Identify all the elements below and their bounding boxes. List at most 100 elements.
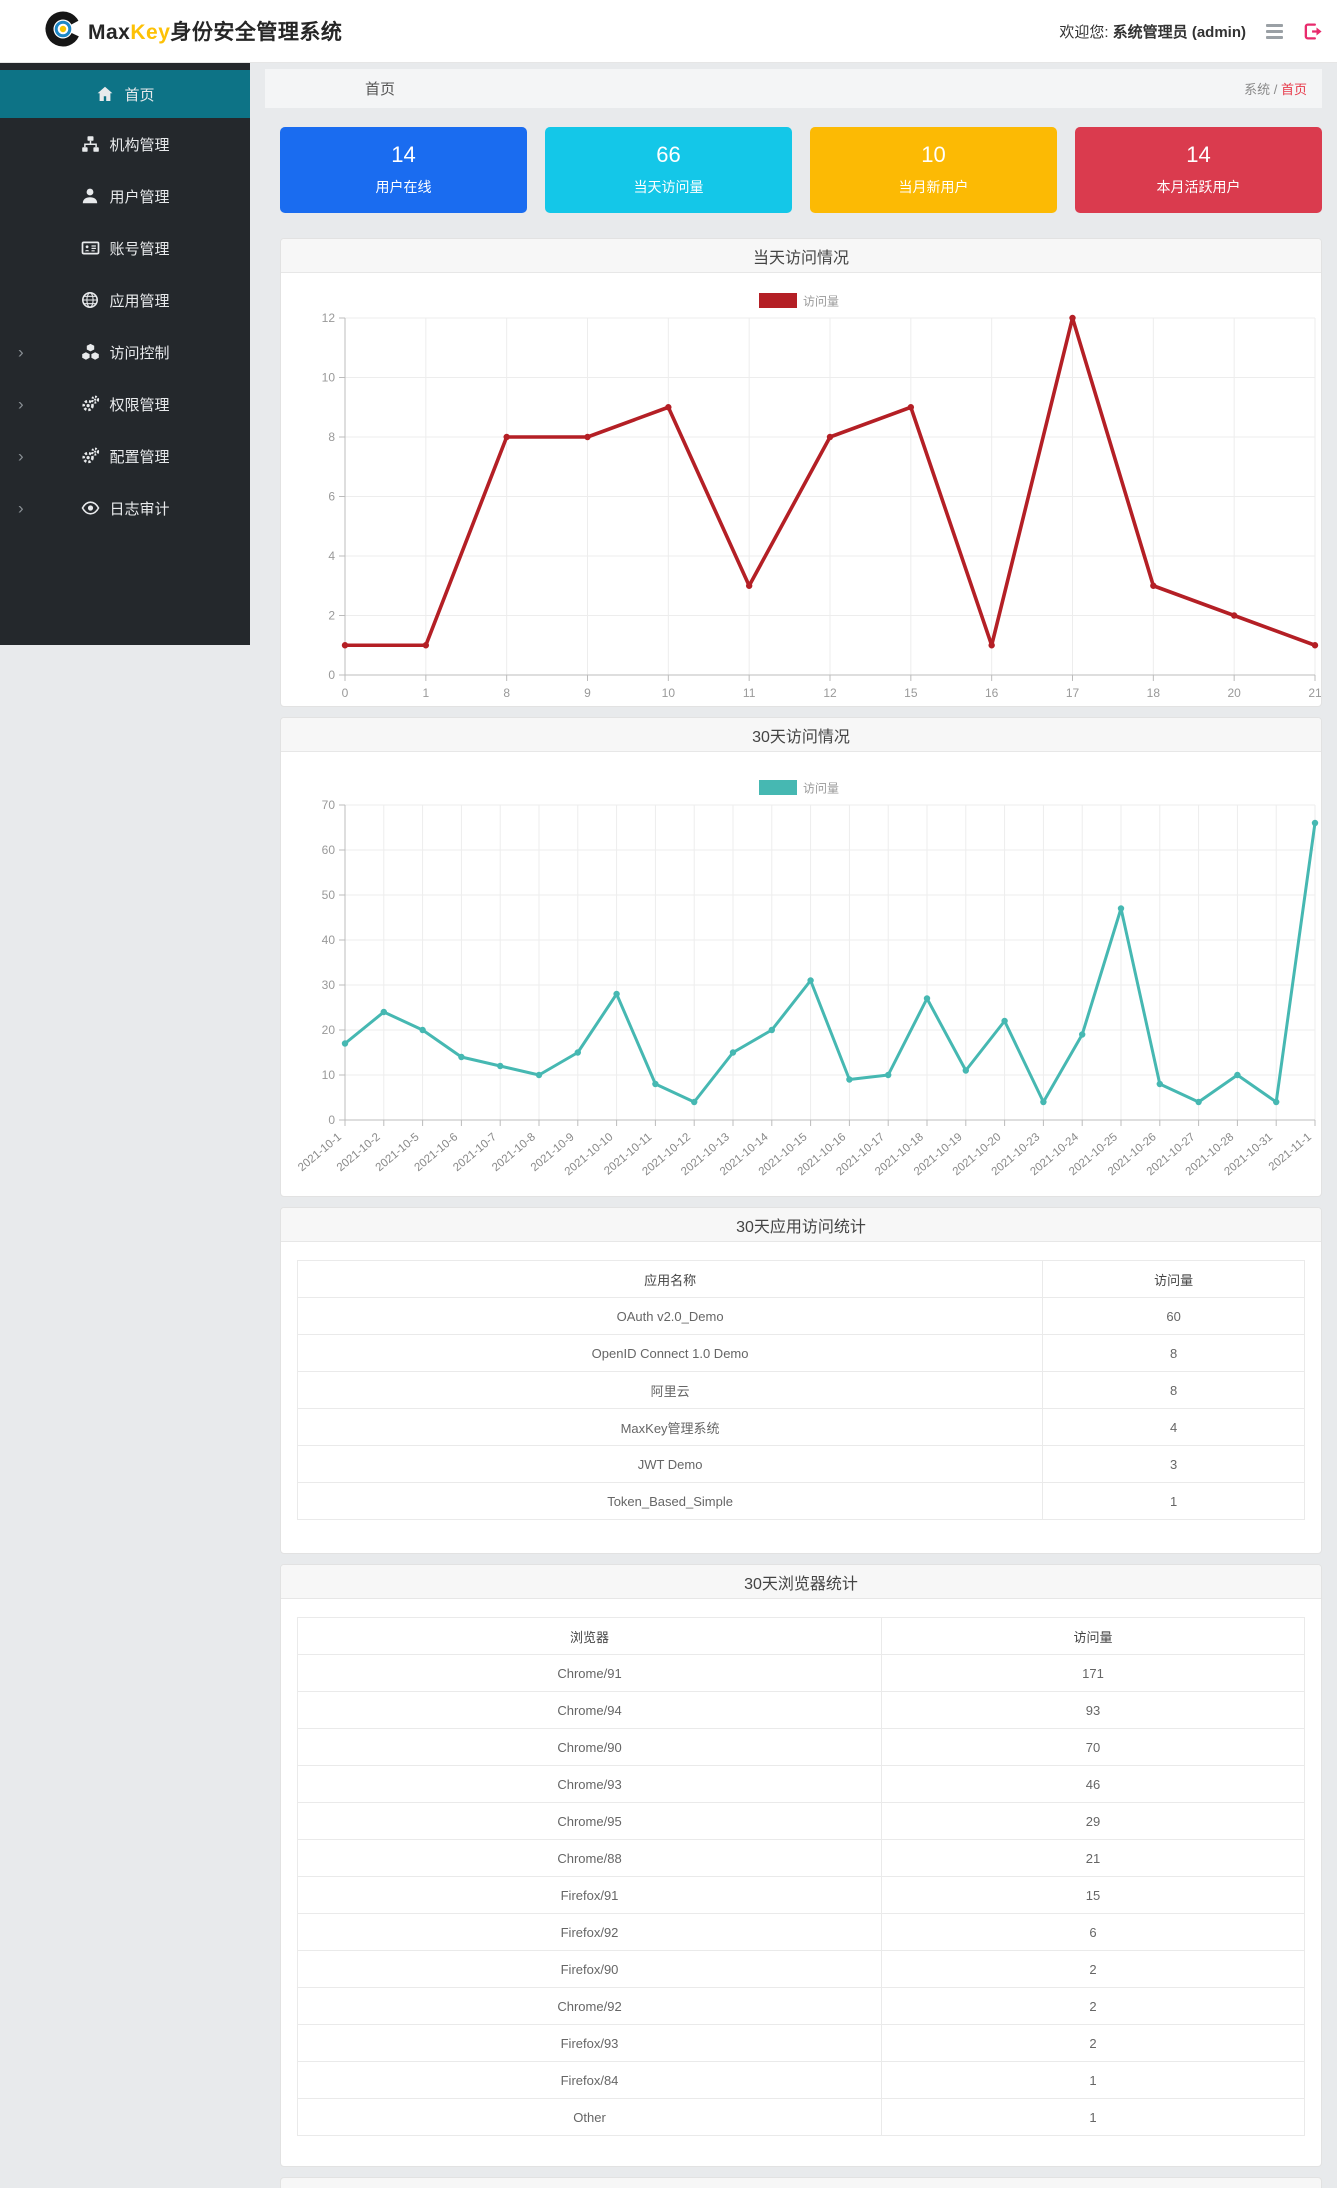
breadcrumb: 系统 / 首页 [1244,82,1307,97]
table-cell: 1 [881,2061,1305,2099]
sidebar-item-account[interactable]: 账号管理 [0,222,250,274]
svg-text:60: 60 [322,843,336,857]
table-cell: 2 [881,2024,1305,2062]
sidebar-item-home[interactable]: 首页 [0,70,250,118]
chevron-right-icon: › [18,394,24,414]
cogs-icon [80,395,100,413]
panel-app-visit-stats: 30天应用访问统计 应用名称 访问量 OAuth v2.0_Demo 60 OpenID… [280,1207,1322,1554]
app-logo: MaxKey身份安全管理系统 [44,10,342,53]
sidebar-item-config[interactable]: › 配置管理 [0,430,250,482]
table-row: Other 1 [296,2098,1305,2136]
menu-toggle-icon[interactable] [1266,23,1283,39]
table-cell: Token_Based_Simple [296,1482,1044,1520]
svg-text:2: 2 [328,609,335,623]
table-cell: Firefox/92 [296,1913,883,1951]
stat-label: 本月活跃用户 [1156,179,1241,195]
panel-30day-visits-chart: 30天访问情况 0 10 20 30 40 50 60 70 2021-10-1 2021-10-… [280,717,1322,1197]
svg-text:1: 1 [422,686,429,700]
table-cell: 3 [1042,1445,1305,1483]
table-cell: 46 [881,1765,1305,1803]
sidebar-item-org[interactable]: 机构管理 [0,118,250,170]
svg-text:0: 0 [342,686,349,700]
stats-table: 应用名称 访问量 OAuth v2.0_Demo 60 OpenID Connect 1… [296,1260,1305,1520]
table-row: Firefox/84 1 [296,2061,1305,2099]
stats-table: 浏览器 访问量 Chrome/91 171 Chrome/94 93 Chrome/90 70… [296,1617,1305,2136]
column-header: 应用名称 [296,1260,1044,1298]
breadcrumb-system-link[interactable]: 系统 [1244,82,1270,97]
svg-text:8: 8 [503,686,510,700]
sidebar: 首页 机构管理 用户管理 账号管理 应用管理 › 访问控制 › 权限管理 › 配置管理 › 日志审计 [0,63,250,645]
stat-value: 10 [921,142,946,167]
table-cell: JWT Demo [296,1445,1044,1483]
line-chart-svg: 0246810120 1 8 9 10 11 12 15 16 17 18 20 21访问量 [322,293,1321,700]
table-cell: 171 [881,1654,1305,1692]
sidebar-item-label: 配置管理 [109,448,170,466]
monthly-visits-line-chart: 0 10 20 30 40 50 60 70 2021-10-1 2021-10-2 2021-10… [281,752,1321,1196]
column-header: 访问量 [881,1617,1305,1655]
table-row: Chrome/91 171 [296,1654,1305,1692]
table-row: JWT Demo 3 [296,1445,1305,1483]
stat-label: 当月新用户 [898,179,969,195]
cogs-icon [80,447,100,465]
app-header: MaxKey身份安全管理系统 欢迎您: 系统管理员 (admin) [0,0,1337,63]
table-cell: 8 [1042,1334,1305,1372]
table-cell: Chrome/95 [296,1802,883,1840]
svg-text:15: 15 [904,686,918,700]
table-row: 阿里云 8 [296,1371,1305,1409]
svg-text:10: 10 [322,1068,336,1082]
today-visits-line-chart: 0 2 4 6 8 10 12 0 1 8 9 10 11 12 15 16 17 18 20 21 访问量 [281,273,1321,706]
stat-card-new-users-month: 10 当月新用户 [810,127,1057,213]
svg-text:访问量: 访问量 [803,295,839,309]
table-cell: OpenID Connect 1.0 Demo [296,1334,1044,1372]
svg-text:30: 30 [322,978,336,992]
table-cell: 70 [881,1728,1305,1766]
breadcrumb-home-link[interactable]: 首页 [1281,82,1307,97]
stat-card-today-visits: 66 当天访问量 [545,127,792,213]
table-cell: Chrome/94 [296,1691,883,1729]
panel-title: 30天应用访问统计 [281,1208,1321,1242]
svg-text:0: 0 [328,668,335,682]
stat-value: 14 [391,142,416,167]
table-row: Token_Based_Simple 1 [296,1482,1305,1520]
logout-icon[interactable] [1303,22,1322,41]
svg-text:10: 10 [322,371,336,385]
table-row: MaxKey管理系统 4 [296,1408,1305,1446]
table-cell: Firefox/93 [296,2024,883,2062]
line-chart-svg: 0102030405060702021-10-12021-10-22021-10… [296,780,1319,1178]
svg-text:21: 21 [1308,686,1321,700]
svg-text:40: 40 [322,933,336,947]
app-title: MaxKey身份安全管理系统 [88,21,343,44]
sidebar-item-audit[interactable]: › 日志审计 [0,482,250,534]
panel-today-visits-chart: 当天访问情况 0 2 4 6 8 10 12 0 1 8 9 10 11 12 15 16 17 18 20 21 访问… [280,238,1322,707]
table-cell: OAuth v2.0_Demo [296,1297,1044,1335]
svg-text:12: 12 [322,311,336,325]
sidebar-item-label: 用户管理 [109,188,170,206]
panel-browser-stats: 30天浏览器统计 浏览器 访问量 Chrome/91 171 Chrome/94 93 Ch… [280,1564,1322,2167]
table-cell: 6 [881,1913,1305,1951]
sidebar-item-access[interactable]: › 访问控制 [0,326,250,378]
svg-text:18: 18 [1147,686,1161,700]
sidebar-item-label: 账号管理 [109,240,170,258]
table-row: Firefox/93 2 [296,2024,1305,2062]
table-row: OpenID Connect 1.0 Demo 8 [296,1334,1305,1372]
table-row: Chrome/90 70 [296,1728,1305,1766]
svg-text:访问量: 访问量 [803,782,839,796]
sidebar-item-user[interactable]: 用户管理 [0,170,250,222]
id-card-icon [80,239,100,257]
sidebar-item-label: 机构管理 [109,136,170,154]
sidebar-item-label: 首页 [124,86,155,104]
legend-swatch [759,780,797,795]
sidebar-item-label: 权限管理 [109,396,170,414]
table-cell: 21 [881,1839,1305,1877]
chevron-right-icon: › [18,342,24,362]
table-row: Chrome/93 46 [296,1765,1305,1803]
table-cell: 4 [1042,1408,1305,1446]
table-row: Firefox/91 15 [296,1876,1305,1914]
sidebar-item-app[interactable]: 应用管理 [0,274,250,326]
app-visit-table: 应用名称 访问量 OAuth v2.0_Demo 60 OpenID Connect 1… [281,1242,1321,1520]
table-cell: 1 [1042,1482,1305,1520]
stat-value: 66 [656,142,681,167]
svg-text:2021-11-1: 2021-11-1 [1267,1131,1314,1173]
user-icon [80,187,100,205]
sidebar-item-perm[interactable]: › 权限管理 [0,378,250,430]
